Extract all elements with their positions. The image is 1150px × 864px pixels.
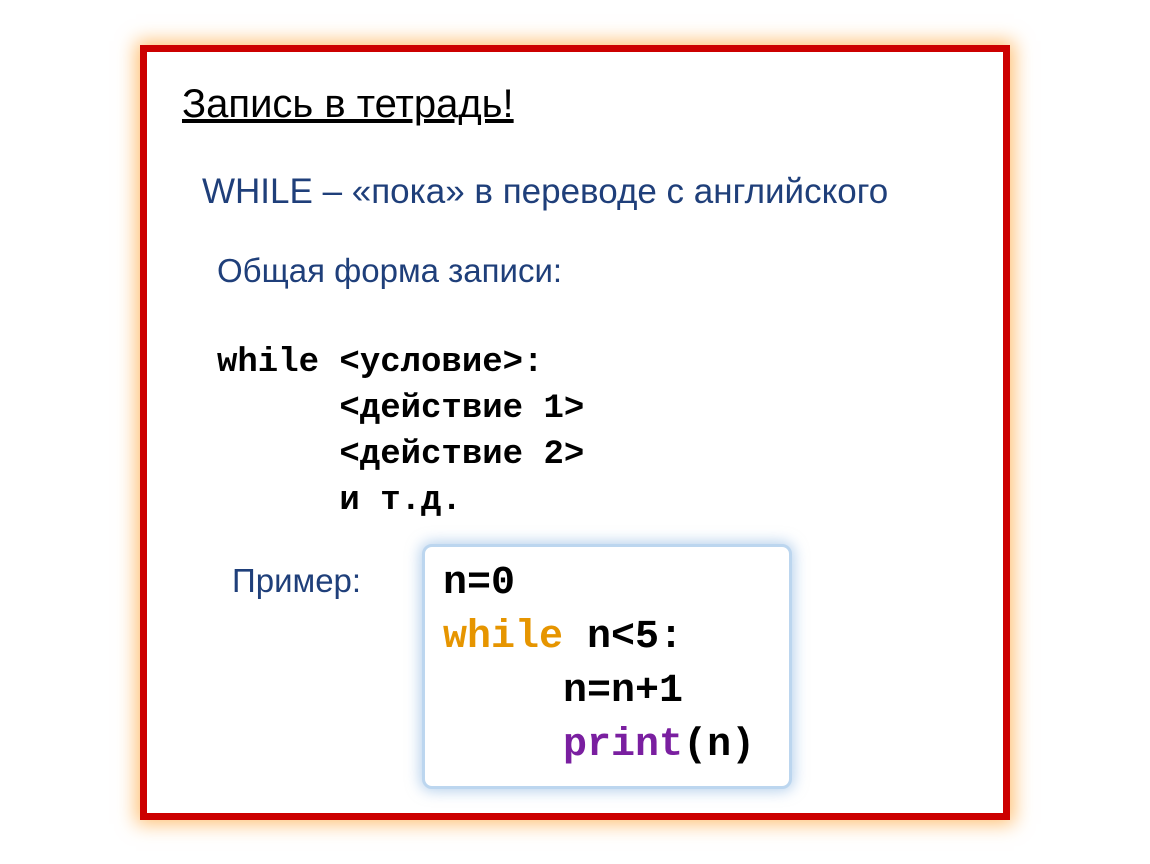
- paren-close: ): [731, 723, 755, 768]
- slide: Запись в тетрадь! WHILE – «пока» в перев…: [0, 0, 1150, 864]
- paren-open: (: [683, 723, 707, 768]
- example-code-box: n=0 while n<5: n=n+1 print(n): [422, 544, 792, 789]
- content-card: Запись в тетрадь! WHILE – «пока» в перев…: [140, 45, 1010, 820]
- form-label: Общая форма записи:: [217, 252, 562, 290]
- code-line-2: <действие 1>: [217, 390, 584, 428]
- print-arg: n: [707, 723, 731, 768]
- heading: Запись в тетрадь!: [182, 82, 514, 127]
- example-line-2-rest: n<5:: [563, 615, 683, 660]
- function-print: print: [563, 723, 683, 768]
- example-label: Пример:: [232, 562, 361, 600]
- code-line-1: while <условие>:: [217, 344, 543, 382]
- example-line-1: n=0: [443, 557, 771, 611]
- code-line-3: <действие 2>: [217, 436, 584, 474]
- keyword-while: while: [443, 615, 563, 660]
- code-line-4: и т.д.: [217, 482, 462, 520]
- example-line-3: n=n+1: [443, 665, 771, 719]
- example-line-2: while n<5:: [443, 611, 771, 665]
- example-line-4: print(n): [443, 719, 771, 773]
- example-line-4-indent: [443, 723, 563, 768]
- general-form-code: while <условие>: <действие 1> <действие …: [217, 295, 584, 524]
- subheading: WHILE – «пока» в переводе с английского: [202, 172, 888, 212]
